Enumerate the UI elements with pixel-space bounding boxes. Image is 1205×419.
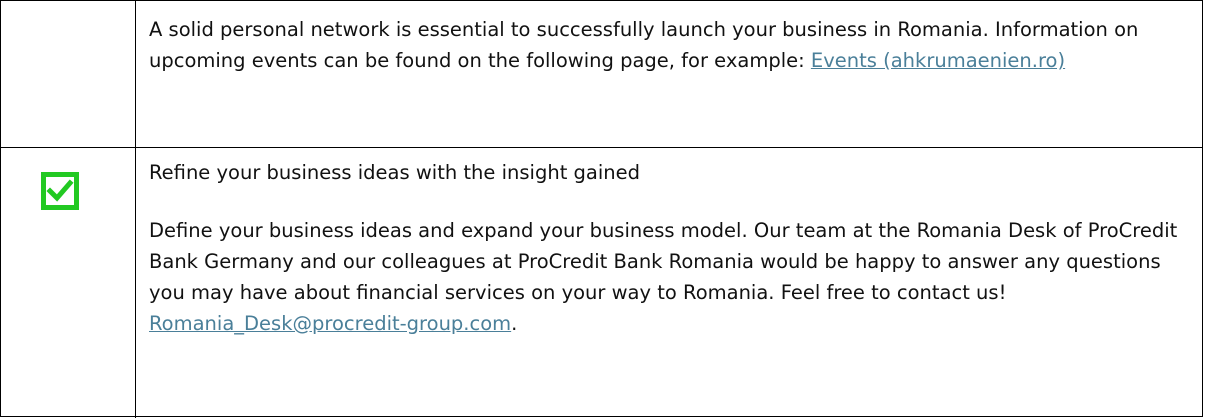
task-description: Define your business ideas and expand yo… — [149, 215, 1179, 339]
table-row: Refine your business ideas with the insi… — [1, 148, 1202, 418]
checklist-table: A solid personal network is essential to… — [0, 0, 1203, 418]
column-divider — [135, 148, 136, 418]
networking-paragraph: A solid personal network is essential to… — [149, 14, 1179, 76]
task-heading: Refine your business ideas with the insi… — [149, 161, 641, 184]
task-description-text: Define your business ideas and expand yo… — [149, 219, 1178, 304]
checked-checkbox-icon[interactable] — [41, 172, 79, 210]
column-divider — [135, 1, 136, 147]
email-link[interactable]: Romania_Desk@procredit-group.com — [149, 312, 511, 335]
trailing-period: . — [511, 312, 518, 335]
table-row: A solid personal network is essential to… — [1, 1, 1202, 148]
events-link[interactable]: Events (ahkrumaenien.ro) — [811, 49, 1065, 72]
